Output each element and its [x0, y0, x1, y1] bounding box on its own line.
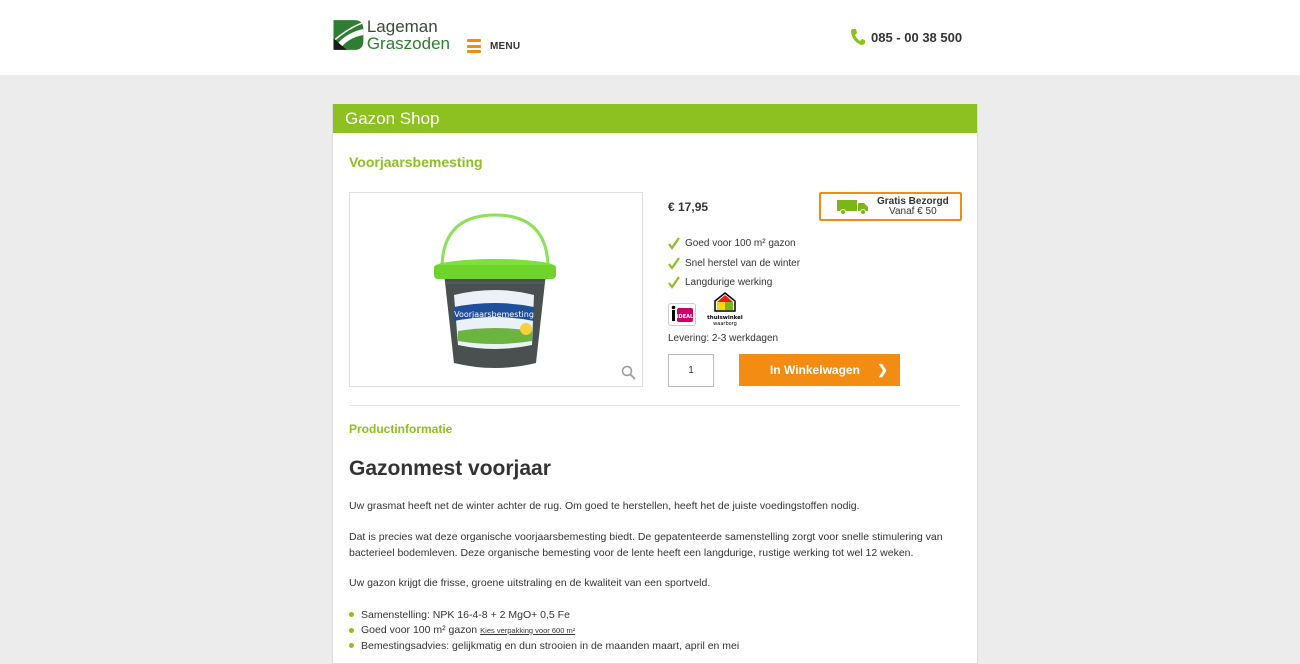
trust-logos: iDEAL thuiswinkel waarborg	[668, 291, 744, 329]
free-delivery-sub: Vanaf € 50	[889, 205, 937, 217]
info-heading: Gazonmest voorjaar	[349, 457, 551, 480]
logo-line2: Graszoden	[366, 34, 450, 53]
ideal-text: iDEAL	[677, 314, 694, 320]
bullet-icon	[349, 612, 354, 618]
delivery-time: Levering: 2-3 werkdagen	[668, 333, 779, 344]
spec-item: Bemestingsadvies: gelijkmatig en dun str…	[349, 638, 739, 654]
product-price: € 17,95	[668, 200, 709, 214]
usp-list: Goed voor 100 m² gazon Snel herstel van …	[668, 234, 800, 293]
spec-text: Goed voor 100 m² gazon	[361, 624, 478, 637]
free-delivery-title: Gratis Bezorgd	[877, 195, 949, 207]
spec-list: Samenstelling: NPK 16-4-8 + 2 MgO+ 0,5 F…	[349, 607, 739, 654]
zoom-icon[interactable]	[621, 365, 636, 380]
usp-text: Goed voor 100 m² gazon	[685, 238, 796, 250]
divider	[349, 405, 960, 406]
free-delivery-badge: Gratis Bezorgd Vanaf € 50	[819, 192, 962, 221]
info-paragraph: Uw grasmat heeft net de winter achter de…	[349, 500, 860, 512]
bucket-image: Voorjaarsbemesting	[434, 213, 556, 368]
logo-leaf-icon	[332, 20, 364, 50]
shop-title: Gazon Shop	[333, 104, 977, 133]
info-paragraph: Uw gazon krijgt die frisse, groene uitst…	[349, 577, 711, 589]
check-icon	[668, 237, 680, 251]
logo-line1: Lageman	[366, 17, 438, 36]
info-paragraph: Dat is precies wat deze organische voorj…	[349, 531, 943, 559]
chevron-right-icon: ❯	[877, 362, 888, 377]
product-title: Voorjaarsbemesting	[349, 154, 483, 170]
shop-panel: Gazon Shop Voorjaarsbemesting Voorjaarsb…	[332, 104, 978, 664]
bullet-icon	[349, 627, 354, 633]
spec-text: Samenstelling: NPK 16-4-8 + 2 MgO+ 0,5 F…	[361, 608, 570, 621]
site-logo[interactable]: Lageman Graszoden	[332, 12, 450, 58]
check-icon	[668, 276, 680, 290]
thuiswinkel-icon: thuiswinkel waarborg	[707, 292, 743, 327]
ideal-icon: iDEAL	[668, 303, 696, 326]
add-to-cart-label: In Winkelwagen	[770, 363, 860, 377]
truck-icon	[837, 199, 868, 215]
usp-text: Snel herstel van de winter	[685, 257, 801, 269]
usp-text: Langdurige werking	[685, 277, 773, 289]
phone-link[interactable]: 085 - 00 38 500	[850, 28, 962, 46]
check-icon	[668, 257, 680, 270]
usp-item: Snel herstel van de winter	[668, 254, 800, 274]
phone-number: 085 - 00 38 500	[871, 29, 963, 45]
quantity-input[interactable]	[668, 354, 714, 387]
site-header: Lageman Graszoden MENU 085 - 00 38 500	[0, 0, 1300, 75]
menu-label: MENU	[490, 40, 521, 52]
spec-item: Samenstelling: NPK 16-4-8 + 2 MgO+ 0,5 F…	[349, 607, 739, 623]
section-title: Productinformatie	[349, 422, 453, 436]
phone-icon	[851, 29, 865, 45]
bullet-icon	[349, 643, 354, 649]
thuis-text-2: waarborg	[713, 321, 737, 327]
bucket-text: Voorjaarsbemesting	[454, 310, 534, 319]
add-to-cart-button[interactable]: In Winkelwagen ❯	[739, 354, 900, 386]
usp-item: Goed voor 100 m² gazon	[668, 234, 800, 254]
menu-button[interactable]: MENU	[467, 39, 520, 53]
packaging-link[interactable]: Kies verpakking voor 600 m²	[480, 626, 575, 635]
spec-text: Bemestingsadvies: gelijkmatig en dun str…	[361, 639, 740, 652]
hamburger-icon	[467, 39, 481, 53]
usp-item: Langdurige werking	[668, 273, 800, 293]
spec-item: Goed voor 100 m² gazon Kies verpakking v…	[349, 623, 739, 639]
product-image[interactable]: Voorjaarsbemesting	[349, 192, 643, 387]
